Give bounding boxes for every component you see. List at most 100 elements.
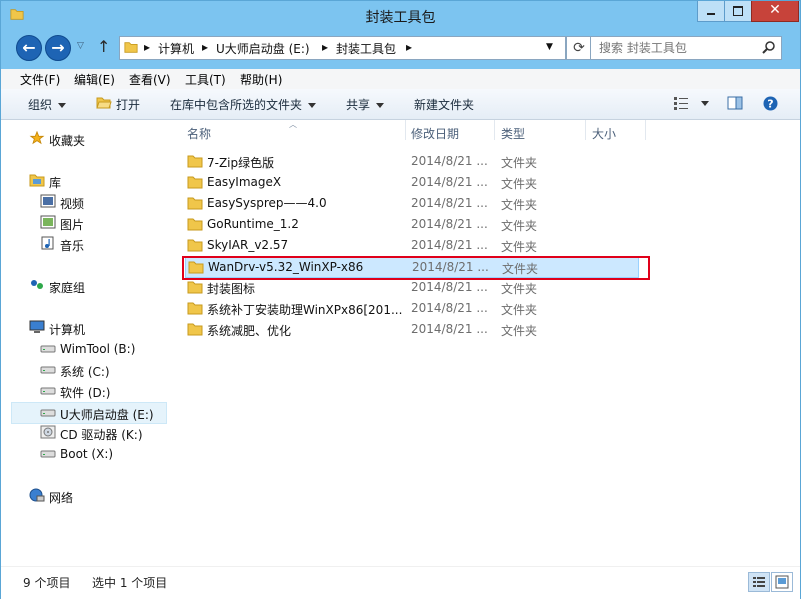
folder-icon	[187, 218, 203, 231]
search-input[interactable]	[597, 39, 761, 57]
file-row[interactable]: SkyIAR_v2.57 2014/8/21 ... 文件夹	[185, 235, 637, 255]
minimize-button[interactable]	[697, 1, 725, 22]
preview-pane-icon[interactable]	[727, 96, 743, 110]
share-button[interactable]: 共享	[346, 96, 385, 113]
video-icon	[40, 194, 56, 208]
drive-icon	[40, 450, 56, 458]
organize-label: 组织	[28, 98, 53, 112]
view-dropdown[interactable]	[695, 96, 709, 110]
annotation-highlight-box	[182, 256, 650, 280]
open-button[interactable]: 打开	[116, 96, 140, 113]
recent-locations-dropdown[interactable]: ▽	[77, 41, 84, 51]
large-icons-view-icon	[775, 575, 789, 589]
file-row[interactable]: 系统补丁安装助理WinXPx86[201... 2014/8/21 ... 文件…	[185, 298, 637, 318]
nav-item-label: 视频	[60, 197, 85, 211]
column-header-type[interactable]: 类型	[495, 120, 585, 144]
explorer-window: 封装工具包 ✕ ← → ▽ ↑ ▸ 计算机 ▸ U大师启动盘 (E:) ▸ 封装…	[0, 0, 801, 599]
view-options-icon[interactable]	[673, 96, 689, 110]
back-button[interactable]: ←	[16, 35, 42, 61]
refresh-button[interactable]: ⟳	[566, 36, 592, 60]
nav-item-label: Boot (X:)	[60, 447, 114, 461]
breadcrumb-folder[interactable]: 封装工具包	[336, 40, 396, 57]
breadcrumb-separator-icon[interactable]: ▸	[202, 40, 208, 54]
file-type: 文件夹	[501, 282, 538, 296]
cd-drive-icon	[40, 425, 56, 439]
file-row[interactable]: 7-Zip绿色版 2014/8/21 ... 文件夹	[185, 151, 637, 171]
search-icon[interactable]	[762, 40, 776, 54]
file-name: SkyIAR_v2.57	[207, 238, 289, 252]
menu-file[interactable]: 文件(F)	[20, 71, 60, 88]
close-button[interactable]: ✕	[751, 1, 799, 22]
file-date: 2014/8/21 ...	[411, 301, 488, 315]
breadcrumb-separator-icon[interactable]: ▸	[406, 40, 412, 54]
file-row[interactable]: 系统减肥、优化 2014/8/21 ... 文件夹	[185, 319, 637, 339]
column-header-modified[interactable]: 修改日期	[406, 120, 494, 144]
nav-item-drive-e[interactable]: U大师启动盘 (E:)	[11, 402, 167, 424]
address-bar[interactable]: ▸ 计算机 ▸ U大师启动盘 (E:) ▸ 封装工具包 ▸ ▼	[119, 36, 566, 60]
forward-button[interactable]: →	[45, 35, 71, 61]
command-bar: 组织 打开 在库中包含所选的文件夹 共享 新建文件夹 ?	[1, 89, 800, 120]
breadcrumb-separator-icon[interactable]: ▸	[144, 40, 150, 54]
folder-icon	[187, 302, 203, 315]
nav-item-label: 收藏夹	[49, 134, 86, 148]
file-row[interactable]: 封装图标 2014/8/21 ... 文件夹	[185, 277, 637, 297]
file-name: 系统减肥、优化	[207, 324, 292, 338]
organize-button[interactable]: 组织	[28, 96, 67, 113]
menu-view[interactable]: 查看(V)	[129, 71, 171, 88]
computer-icon	[29, 320, 45, 333]
address-dropdown-icon[interactable]: ▼	[546, 42, 553, 52]
maximize-button[interactable]	[724, 1, 752, 22]
chevron-down-icon	[376, 103, 385, 108]
up-button[interactable]: ↑	[97, 37, 110, 56]
chevron-down-icon	[701, 101, 709, 106]
folder-icon	[187, 281, 203, 294]
column-header-size[interactable]: 大小	[586, 120, 646, 144]
nav-item-label: WimTool (B:)	[60, 342, 136, 356]
file-name: 系统补丁安装助理WinXPx86[201...	[207, 303, 403, 317]
file-name: EasyImageX	[207, 175, 282, 189]
drive-icon	[40, 366, 56, 374]
menu-edit[interactable]: 编辑(E)	[74, 71, 115, 88]
column-divider[interactable]	[645, 120, 646, 140]
breadcrumb-separator-icon[interactable]: ▸	[322, 40, 328, 54]
file-row[interactable]: EasyImageX 2014/8/21 ... 文件夹	[185, 172, 637, 192]
network-icon	[29, 488, 45, 502]
help-icon[interactable]: ?	[763, 96, 778, 111]
breadcrumb-computer[interactable]: 计算机	[158, 40, 194, 57]
menu-help[interactable]: 帮助(H)	[240, 71, 282, 88]
file-name: 封装图标	[207, 282, 256, 296]
file-type: 文件夹	[501, 177, 538, 191]
content-area: 收藏夹 库 视频 图片 音乐 家庭组 计算机 WimTool (B:) 系统 (…	[1, 120, 800, 566]
include-in-library-button[interactable]: 在库中包含所选的文件夹	[170, 96, 317, 113]
file-type: 文件夹	[501, 156, 538, 170]
menu-tools[interactable]: 工具(T)	[185, 71, 226, 88]
file-date: 2014/8/21 ...	[411, 196, 488, 210]
file-date: 2014/8/21 ...	[411, 280, 488, 294]
nav-item-label: 图片	[60, 218, 85, 232]
column-header-name[interactable]: 名称	[177, 120, 407, 144]
file-type: 文件夹	[501, 324, 538, 338]
file-row[interactable]: EasySysprep——4.0 2014/8/21 ... 文件夹	[185, 193, 637, 213]
nav-item-label: 音乐	[60, 239, 85, 253]
breadcrumb-drive[interactable]: U大师启动盘 (E:)	[216, 40, 310, 57]
column-size-label: 大小	[592, 127, 617, 141]
svg-text:?: ?	[767, 98, 773, 111]
library-icon	[29, 174, 45, 187]
picture-icon	[40, 215, 56, 229]
large-icons-view-button[interactable]	[771, 572, 793, 592]
folder-icon	[187, 197, 203, 210]
search-box[interactable]	[590, 36, 782, 60]
navigation-pane[interactable]: 收藏夹 库 视频 图片 音乐 家庭组 计算机 WimTool (B:) 系统 (…	[1, 120, 171, 566]
nav-item-label: U大师启动盘 (E:)	[60, 408, 154, 422]
file-list[interactable]: ︿ 名称 修改日期 类型 大小 7-Zip绿色版 2014/8/21 ... 文…	[177, 120, 800, 566]
file-row[interactable]: GoRuntime_1.2 2014/8/21 ... 文件夹	[185, 214, 637, 234]
title-bar[interactable]: 封装工具包 ✕	[1, 1, 800, 29]
drive-icon	[40, 387, 56, 395]
selected-count: 选中 1 个项目	[92, 576, 168, 590]
star-icon	[29, 131, 45, 145]
column-modified-label: 修改日期	[411, 127, 460, 141]
details-view-button[interactable]	[748, 572, 770, 592]
new-folder-button[interactable]: 新建文件夹	[414, 96, 474, 113]
file-date: 2014/8/21 ...	[411, 175, 488, 189]
music-icon	[41, 236, 54, 250]
